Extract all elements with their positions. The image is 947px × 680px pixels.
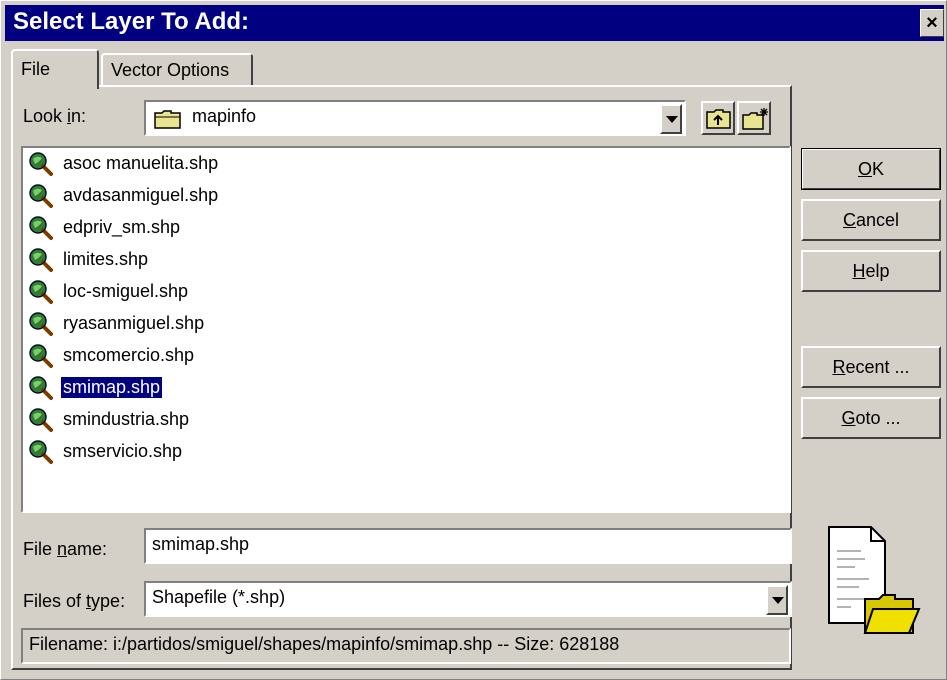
file-type-value: Shapefile (*.shp) <box>152 587 286 607</box>
up-folder-button[interactable] <box>701 101 735 135</box>
shapefile-icon <box>29 152 53 176</box>
shapefile-icon <box>29 440 53 464</box>
chevron-down-icon[interactable] <box>660 104 682 134</box>
file-name-text: avdasanmiguel.shp <box>63 185 219 205</box>
tab-vector-options-label: Vector Options <box>111 60 230 80</box>
file-name-text: smservicio.shp <box>63 441 183 461</box>
goto-button[interactable]: Goto ... <box>801 397 941 439</box>
close-icon: × <box>926 12 938 34</box>
title-bar[interactable]: Select Layer To Add: × <box>5 5 944 41</box>
file-name-text: loc-smiguel.shp <box>63 281 189 301</box>
shapefile-icon <box>29 344 53 368</box>
new-folder-icon <box>742 107 770 136</box>
up-folder-icon <box>706 108 732 135</box>
new-folder-button[interactable] <box>737 101 771 135</box>
close-button[interactable]: × <box>920 9 944 37</box>
look-in-value: mapinfo <box>192 106 257 126</box>
tab-file-label: File <box>21 59 51 79</box>
shapefile-icon <box>29 408 53 432</box>
look-in-label: Look in: <box>23 106 87 126</box>
shapefile-icon <box>29 216 53 240</box>
folder-icon <box>154 109 182 134</box>
chevron-down-icon[interactable] <box>766 585 788 615</box>
cancel-button[interactable]: Cancel <box>801 199 941 241</box>
shapefile-icon <box>29 184 53 208</box>
shapefile-icon <box>29 312 53 336</box>
file-name-text: limites.shp <box>63 249 149 269</box>
file-name-text: asoc manuelita.shp <box>63 153 219 173</box>
tab-vector-options[interactable]: Vector Options <box>101 53 253 87</box>
shapefile-icon <box>29 376 53 400</box>
help-button[interactable]: Help <box>801 250 941 292</box>
recent-button[interactable]: Recent ... <box>801 346 941 388</box>
file-name-text: smimap.shp <box>59 376 164 399</box>
status-bar: Filename: i:/partidos/smiguel/shapes/map… <box>21 628 791 664</box>
file-name-text: ryasanmiguel.shp <box>63 313 205 333</box>
look-in-dropdown[interactable]: mapinfo <box>144 100 686 136</box>
ok-button[interactable]: OK <box>801 148 941 190</box>
shapefile-icon <box>29 248 53 272</box>
file-name-text: smcomercio.shp <box>63 345 195 365</box>
file-name-text: smindustria.shp <box>63 409 190 429</box>
dialog-window: Select Layer To Add: × File Vector Optio… <box>0 0 947 680</box>
shapefile-icon <box>29 280 53 304</box>
file-name-text: edpriv_sm.shp <box>63 217 181 237</box>
file-name-value: smimap.shp <box>152 534 250 554</box>
tab-file[interactable]: File <box>11 49 99 89</box>
file-name-label: File name: <box>23 539 108 559</box>
file-type-label: Files of type: <box>23 591 126 611</box>
file-list[interactable]: asoc manuelita.shp avdasanmiguel.shp edpri… <box>21 146 791 513</box>
window-title: Select Layer To Add: <box>13 8 250 35</box>
open-document-icon <box>821 523 921 648</box>
file-name-input[interactable]: smimap.shp <box>144 528 792 564</box>
file-type-dropdown[interactable]: Shapefile (*.shp) <box>144 581 792 617</box>
